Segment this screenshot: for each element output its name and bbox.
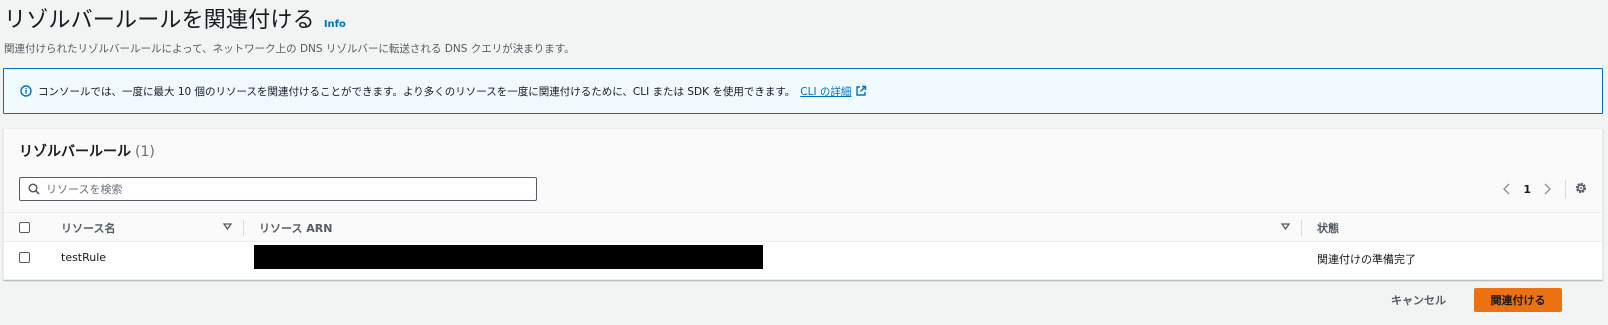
associate-button[interactable]: 関連付ける	[1474, 288, 1562, 312]
search-box[interactable]	[19, 177, 537, 201]
column-header-resource-arn[interactable]: リソース ARN	[259, 220, 332, 236]
page-header: リゾルバールールを関連付ける Info 関連付けられたリゾルバールールによって、…	[4, 2, 575, 56]
search-icon	[28, 183, 40, 195]
page-title: リゾルバールールを関連付ける	[4, 8, 315, 33]
cancel-button[interactable]: キャンセル	[1377, 287, 1460, 313]
search-input[interactable]	[46, 182, 526, 196]
table-row[interactable]: testRule 関連付けの準備完了	[4, 242, 1602, 273]
sort-caret-down-icon[interactable]	[1280, 221, 1291, 232]
cli-details-link[interactable]: CLI の詳細	[800, 84, 851, 99]
info-alert: コンソールでは、一度に最大 10 個のリソースを関連付けることができます。より多…	[3, 68, 1603, 114]
pagination-divider	[1565, 180, 1566, 198]
select-all-checkbox[interactable]	[19, 222, 30, 233]
info-link[interactable]: Info	[324, 19, 346, 30]
sort-caret-down-icon[interactable]	[222, 221, 233, 232]
footer-actions: キャンセル 関連付ける	[1377, 287, 1562, 313]
current-page-number[interactable]: 1	[1523, 183, 1531, 196]
page-description: 関連付けられたリゾルバールールによって、ネットワーク上の DNS リゾルバーに転…	[4, 43, 575, 55]
next-page-icon[interactable]	[1540, 182, 1554, 196]
gear-icon[interactable]	[1574, 181, 1588, 195]
external-link-icon[interactable]	[855, 85, 867, 97]
alert-text: コンソールでは、一度に最大 10 個のリソースを関連付けることができます。より多…	[38, 85, 796, 98]
previous-page-icon[interactable]	[1500, 182, 1514, 196]
table-header-section: リゾルバールール(1) 1	[4, 129, 1602, 213]
pagination: 1	[1500, 177, 1554, 201]
column-divider	[1301, 220, 1302, 236]
column-header-status[interactable]: 状態	[1317, 220, 1339, 236]
table-column-headers: リソース名 リソース ARN 状態	[4, 213, 1602, 242]
cell-status: 関連付けの準備完了	[1317, 253, 1416, 266]
table-title: リゾルバールール (1)	[19, 141, 155, 161]
table-count: (1)	[135, 144, 155, 160]
resolver-rules-table: リゾルバールール(1) 1 リソース名 リソース ARN	[3, 128, 1603, 280]
redacted-arn	[254, 245, 763, 269]
title-row: リゾルバールールを関連付ける Info	[4, 2, 575, 34]
column-divider	[243, 220, 244, 236]
column-header-resource-name[interactable]: リソース名	[61, 220, 115, 236]
row-checkbox[interactable]	[19, 252, 30, 263]
info-icon	[20, 85, 32, 97]
table-title-text: リゾルバールール	[19, 144, 131, 160]
cell-resource-name: testRule	[61, 251, 107, 264]
